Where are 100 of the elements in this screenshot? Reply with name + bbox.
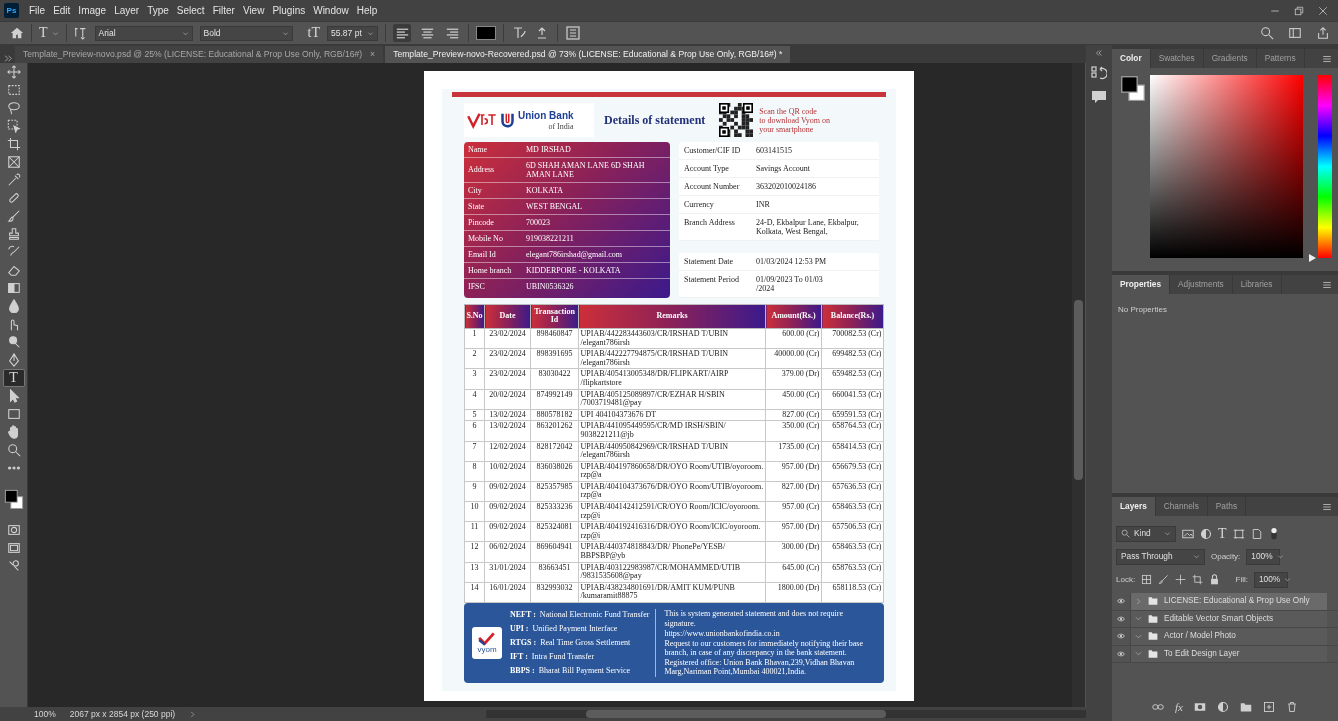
zoom-level[interactable]: 100% <box>34 707 56 721</box>
eye-icon[interactable] <box>1115 597 1127 606</box>
image-filter-icon[interactable] <box>1182 527 1194 540</box>
panel-tab[interactable]: Layers <box>1112 497 1156 516</box>
footer-note: Request to our customers for immediately notifying their base branch, in case of any discrepancy in the bank statement. <box>664 638 865 658</box>
layer-row[interactable]: LICENSE: Educational & Prop Use Only <box>1131 593 1327 610</box>
column-header: Balance(Rs.) <box>821 304 884 329</box>
brush-icon[interactable] <box>1158 574 1170 585</box>
gradient-icon <box>6 281 21 295</box>
panel-tab[interactable]: Gradients <box>1203 49 1257 68</box>
folder-icon[interactable] <box>1240 700 1252 713</box>
opacity-field[interactable]: 100% <box>1246 548 1281 565</box>
warp-text-icon[interactable] <box>511 25 527 41</box>
menu-item[interactable]: Type <box>143 3 173 18</box>
field-label: Account Number <box>684 181 741 191</box>
abbreviation: IFT : <box>510 651 528 663</box>
table-cell: UPIAB/403122983987/CR/MOHAMMED/UTIB /9831535608@pay <box>578 562 766 583</box>
scrollbar-thumb[interactable] <box>586 710 886 718</box>
trash-icon[interactable] <box>1286 700 1298 713</box>
panels-icon[interactable] <box>565 25 581 41</box>
collapse-icon[interactable] <box>1095 49 1103 57</box>
move-icon[interactable] <box>1175 574 1187 585</box>
menu-item[interactable]: Edit <box>49 3 75 18</box>
menu-item[interactable]: Layer <box>110 3 144 18</box>
panel-tab[interactable]: Patterns <box>1256 49 1305 68</box>
panel-tab[interactable]: Adjustments <box>1170 275 1233 294</box>
layer-name: LICENSE: Educational & Prop Use Only <box>1164 595 1310 608</box>
eye-icon[interactable] <box>1115 614 1127 623</box>
menu-item[interactable]: Image <box>74 3 111 18</box>
zoom-icon <box>6 443 21 457</box>
menu-item[interactable]: Select <box>172 3 209 18</box>
close-icon[interactable]: × <box>370 48 376 61</box>
adjustment-layer-icon[interactable] <box>1217 700 1229 713</box>
home-icon[interactable] <box>10 26 24 40</box>
panel-tab[interactable]: Paths <box>1207 497 1247 516</box>
menu-item[interactable]: View <box>238 3 269 18</box>
field-value: 363202010024186 <box>756 181 816 191</box>
abbreviation-meaning: Intra Fund Transfer <box>531 651 595 663</box>
slider-thumb[interactable] <box>1309 254 1317 262</box>
table-cell: 658414.53 (Cr) <box>821 441 884 462</box>
field-label: IFSC <box>467 281 486 291</box>
color-swatches-icon[interactable] <box>3 489 24 509</box>
fill-field[interactable]: 100% <box>1254 571 1288 588</box>
eye-icon[interactable] <box>1115 649 1127 658</box>
font-size-field[interactable]: 55.87 pt <box>327 25 378 41</box>
comment-icon[interactable] <box>1091 89 1107 105</box>
column-header: Date <box>484 304 531 329</box>
panel-tab[interactable]: Swatches <box>1150 49 1204 68</box>
document-tab[interactable]: Template_Preview-novo.psd @ 25% (LICENSE: Educational & Prop Use Only, RGB/16#) × <box>15 46 384 63</box>
font-style-dropdown[interactable]: Bold <box>199 25 293 41</box>
menu-icon[interactable] <box>1322 280 1332 291</box>
text-color-swatch[interactable] <box>476 26 496 40</box>
menu-item[interactable]: Help <box>352 3 382 18</box>
panel-tab[interactable]: Properties <box>1112 275 1171 294</box>
layer-row[interactable]: Actor / Model Photo <box>1131 628 1327 645</box>
menu-item[interactable]: File <box>25 3 50 18</box>
workspace-icon[interactable] <box>1288 26 1302 40</box>
eye-icon[interactable] <box>1115 632 1127 641</box>
panel-tab[interactable]: Channels <box>1155 497 1208 516</box>
align-left-button[interactable] <box>393 24 411 42</box>
new-layer-icon[interactable] <box>1263 700 1275 713</box>
type-tool-button[interactable]: T <box>2 369 25 387</box>
table-cell: 13 <box>464 562 485 583</box>
type-filter-icon[interactable]: T <box>1218 526 1227 541</box>
bank-subtitle: of India <box>548 121 574 132</box>
type-tool-preset[interactable]: T <box>39 26 59 40</box>
table-cell: 898391695 <box>530 348 579 369</box>
restore-icon[interactable] <box>1294 5 1304 16</box>
smart-object-filter-icon[interactable] <box>1250 527 1263 540</box>
color-field[interactable] <box>1150 75 1304 258</box>
font-size-icon: tT <box>307 26 320 40</box>
text-orientation-icon[interactable] <box>73 26 88 40</box>
filter-dropdown[interactable]: Kind <box>1116 525 1176 542</box>
history-icon[interactable] <box>1091 65 1107 81</box>
shape-filter-icon[interactable] <box>1232 527 1245 540</box>
search-icon[interactable] <box>1260 26 1274 40</box>
color-swatches-icon[interactable] <box>1120 75 1146 101</box>
adjustment-filter-icon[interactable] <box>1200 527 1212 540</box>
menu-item[interactable]: Plugins <box>268 3 310 18</box>
layer-style-icon[interactable]: fx <box>1175 698 1183 715</box>
lock-icon[interactable] <box>1209 574 1221 585</box>
menu-icon[interactable] <box>1322 502 1332 513</box>
menu-item[interactable]: Window <box>309 3 353 18</box>
table-cell: UPIAB/440950842969/CR/IRSHAD T/UBIN /elegant786irsh <box>578 441 766 462</box>
document-tab[interactable]: Template_Preview-novo-Recovered.psd @ 73% (LICENSE: Educational & Prop Use Only, RGB/16#) * <box>385 46 791 63</box>
panel-tab[interactable]: Color <box>1112 49 1151 68</box>
table-cell: 658764.53 (Cr) <box>821 420 884 441</box>
font-family-dropdown[interactable]: Arial <box>94 25 193 41</box>
mask-icon[interactable] <box>1194 700 1206 713</box>
table-cell: UPIAB/405125089897/CR/EZHAR H/SBIN /7003719481@pay <box>578 389 766 410</box>
menu-icon[interactable] <box>1322 54 1332 65</box>
close-icon[interactable] <box>1318 5 1328 16</box>
panel-tab[interactable]: Libraries <box>1232 275 1282 294</box>
lock-pixels-icon[interactable] <box>1141 574 1153 585</box>
menu-item[interactable]: Filter <box>208 3 239 18</box>
blend-mode-dropdown[interactable]: Pass Through <box>1116 548 1205 565</box>
share-icon[interactable] <box>1316 26 1330 40</box>
abbreviation: UPI : <box>510 623 529 635</box>
scrollbar-thumb[interactable] <box>1074 300 1083 480</box>
filter-toggle-icon[interactable] <box>1268 526 1279 541</box>
